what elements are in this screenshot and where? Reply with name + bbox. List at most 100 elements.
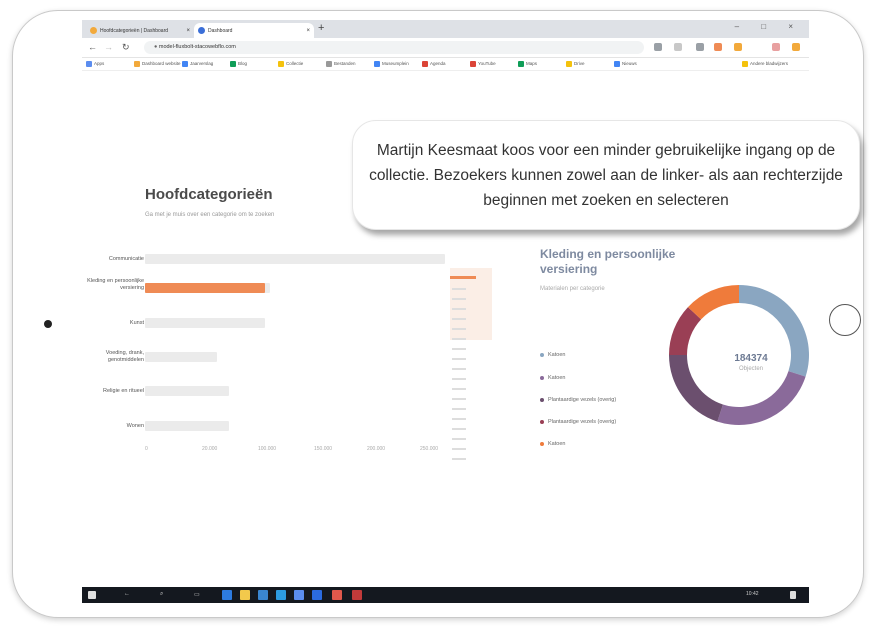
legend-label: Katoen: [548, 375, 566, 381]
extension-icon[interactable]: [734, 43, 742, 51]
donut-slice[interactable]: [687, 285, 739, 320]
menu-icon[interactable]: [792, 43, 800, 51]
browser-tab-2[interactable]: Dashboard ×: [194, 23, 314, 38]
bookmark-item[interactable]: Andere bladwijzers: [742, 60, 788, 67]
bar-track[interactable]: [145, 283, 270, 293]
subcategory-item[interactable]: [452, 358, 466, 360]
app-icon[interactable]: [276, 590, 286, 600]
app-icon[interactable]: [312, 590, 322, 600]
bar-label[interactable]: Kunst: [82, 320, 144, 327]
legend-item[interactable]: Katoen: [540, 375, 565, 381]
subcategory-item[interactable]: [452, 448, 466, 450]
bookmark-item[interactable]: Nieuws: [614, 60, 637, 67]
subcategory-item[interactable]: [452, 338, 466, 340]
bar-label[interactable]: Wonen: [82, 423, 144, 430]
subcategory-item[interactable]: [452, 298, 466, 300]
bar-track[interactable]: [145, 352, 217, 362]
subcategory-item[interactable]: [452, 308, 466, 310]
legend-dot: [540, 398, 544, 402]
extension-icon[interactable]: [714, 43, 722, 51]
forward-arrow-icon[interactable]: →: [104, 42, 113, 52]
subcategory-item[interactable]: [452, 388, 466, 390]
subcategory-item[interactable]: [452, 418, 466, 420]
bookmarks-bar: Apps Dashboard website Jaarverslag Blog Coll…: [82, 58, 809, 71]
bookmark-item[interactable]: Agenda: [422, 60, 446, 67]
bookmark-item[interactable]: Jaarverslag: [182, 60, 213, 67]
legend-label: Katoen: [548, 352, 566, 358]
window-controls[interactable]: – □ ×: [735, 22, 803, 31]
file-explorer-icon[interactable]: [240, 590, 250, 600]
task-view-icon[interactable]: ▭: [194, 591, 200, 598]
bookmark-item[interactable]: Apps: [86, 60, 104, 67]
subcategory-item[interactable]: [452, 288, 466, 290]
search-icon[interactable]: ⌕: [160, 591, 163, 598]
browser-tab-1[interactable]: Hoofdcategorieën | Dashboard ×: [86, 23, 194, 38]
reload-icon[interactable]: ↻: [122, 42, 130, 53]
subcategory-item[interactable]: [452, 458, 466, 460]
legend-label: Plantaardige vezels (overig): [548, 419, 617, 425]
legend-item[interactable]: Katoen: [540, 441, 565, 447]
bookmark-label: Bestanden: [334, 61, 356, 66]
subcategory-item[interactable]: [452, 408, 466, 410]
tablet-screen: Hoofdcategorieën | Dashboard × Dashboard…: [82, 20, 809, 603]
subcategory-item[interactable]: [452, 348, 466, 350]
extension-icon[interactable]: [696, 43, 704, 51]
back-arrow-icon[interactable]: ←: [88, 42, 97, 52]
bar-label[interactable]: Kleding en persoonlijke versiering: [82, 278, 144, 292]
bookmark-item[interactable]: Drive: [566, 60, 585, 67]
subcategory-item[interactable]: [452, 438, 466, 440]
bookmark-item[interactable]: Bestanden: [326, 60, 356, 67]
bookmark-label: Andere bladwijzers: [750, 61, 789, 66]
bookmark-item[interactable]: Maps: [518, 60, 537, 67]
legend-item[interactable]: Plantaardige vezels (overig): [540, 419, 616, 425]
bar-label[interactable]: Communicatie: [82, 256, 144, 263]
close-icon[interactable]: ×: [306, 28, 310, 34]
back-arrow-icon[interactable]: ←: [124, 591, 130, 597]
subcategory-item[interactable]: [452, 328, 466, 330]
donut-slice[interactable]: [717, 371, 806, 425]
bookmark-icon: [230, 60, 236, 67]
bookmark-item[interactable]: Dashboard website: [134, 60, 181, 67]
legend-dot: [540, 353, 544, 357]
subcategory-item[interactable]: [452, 318, 466, 320]
bar-track[interactable]: [145, 386, 229, 396]
windows-start-icon[interactable]: [88, 591, 96, 599]
bar-track[interactable]: [145, 421, 229, 431]
app-icon[interactable]: [258, 590, 268, 600]
subcategory-item[interactable]: [452, 378, 466, 380]
star-icon[interactable]: [674, 43, 682, 51]
bar-label[interactable]: Voeding, drank, genotmiddelen: [82, 350, 144, 364]
app-icon[interactable]: [294, 590, 304, 600]
bookmark-item[interactable]: YouTube: [470, 60, 496, 67]
donut-slice[interactable]: [669, 355, 723, 422]
bar-fill-highlighted[interactable]: [145, 283, 265, 293]
bar-track[interactable]: [145, 254, 445, 264]
bookmark-label: Jaarverslag: [190, 61, 214, 66]
edge-icon[interactable]: [222, 590, 232, 600]
clock[interactable]: 10:42: [746, 591, 759, 597]
bookmark-icon: [614, 60, 620, 67]
pdf-icon[interactable]: [352, 590, 362, 600]
bookmark-item[interactable]: Collectie: [278, 60, 303, 67]
camera-icon: [44, 320, 52, 328]
legend-item[interactable]: Plantaardige vezels (overig): [540, 397, 616, 403]
bookmark-label: Nieuws: [622, 61, 637, 66]
bookmark-item[interactable]: Museumplein: [374, 60, 409, 67]
address-bar[interactable]: ● model-fluxbolt-stacowebflo.com: [144, 41, 644, 54]
subcategory-item[interactable]: [452, 398, 466, 400]
subcategory-item[interactable]: [452, 368, 466, 370]
bookmark-item[interactable]: Blog: [230, 60, 247, 67]
extension-icon[interactable]: [654, 43, 662, 51]
bar-label[interactable]: Religie en ritueel: [82, 388, 144, 395]
chrome-icon[interactable]: [332, 590, 342, 600]
bar-track[interactable]: [145, 318, 265, 328]
close-icon[interactable]: ×: [186, 28, 190, 34]
profile-icon[interactable]: [772, 43, 780, 51]
x-tick-label: 200.000: [367, 446, 386, 452]
notifications-icon[interactable]: [790, 591, 796, 599]
new-tab-icon[interactable]: +: [318, 22, 324, 34]
home-button[interactable]: [829, 304, 861, 336]
subcategory-item[interactable]: [452, 428, 466, 430]
bookmark-icon: [566, 60, 572, 67]
legend-item[interactable]: Katoen: [540, 352, 565, 358]
